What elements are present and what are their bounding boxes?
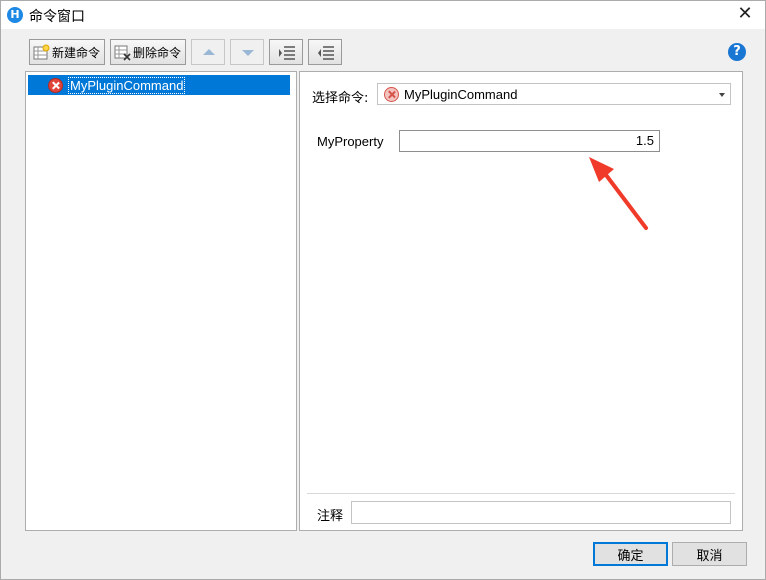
delete-command-label: 删除命令 [133,45,182,60]
error-icon [48,77,63,93]
select-command-dropdown[interactable]: MyPluginCommand [377,83,731,105]
indent-button[interactable] [269,39,303,65]
select-command-value: MyPluginCommand [404,86,518,102]
select-command-label: 选择命令: [312,91,369,106]
delete-command-icon [114,44,131,61]
property-name-label: MyProperty [317,134,384,149]
error-icon [384,86,399,102]
arrow-up-icon [203,49,215,55]
outdent-icon [318,46,334,60]
new-command-button[interactable]: 新建命令 [29,39,105,65]
outdent-button[interactable] [308,39,342,65]
title-bar: H 命令窗口 ✕ [1,1,765,29]
cancel-button[interactable]: 取消 [672,542,747,566]
note-label: 注释 [317,509,344,524]
command-window: H 命令窗口 ✕ 新建命令 删除命令 ? MyPluginCommand 选择命… [0,0,766,580]
chevron-down-icon [719,93,725,97]
indent-icon [279,46,295,60]
window-title: 命令窗口 [29,9,85,25]
move-up-button[interactable] [191,39,225,65]
move-down-button[interactable] [230,39,264,65]
ok-button[interactable]: 确定 [593,542,668,566]
tree-item-label: MyPluginCommand [68,76,186,94]
note-input[interactable] [351,501,731,524]
property-value-input[interactable]: 1.5 [399,130,660,152]
new-command-label: 新建命令 [52,45,101,60]
app-logo-icon: H [7,7,23,23]
command-tree[interactable]: MyPluginCommand [25,71,297,531]
new-command-icon [33,44,50,61]
help-icon[interactable]: ? [728,43,746,61]
arrow-down-icon [242,50,254,56]
delete-command-button[interactable]: 删除命令 [110,39,186,65]
tree-item-mypluginccommand[interactable]: MyPluginCommand [28,75,290,95]
close-button[interactable]: ✕ [733,3,757,25]
divider [307,493,735,494]
